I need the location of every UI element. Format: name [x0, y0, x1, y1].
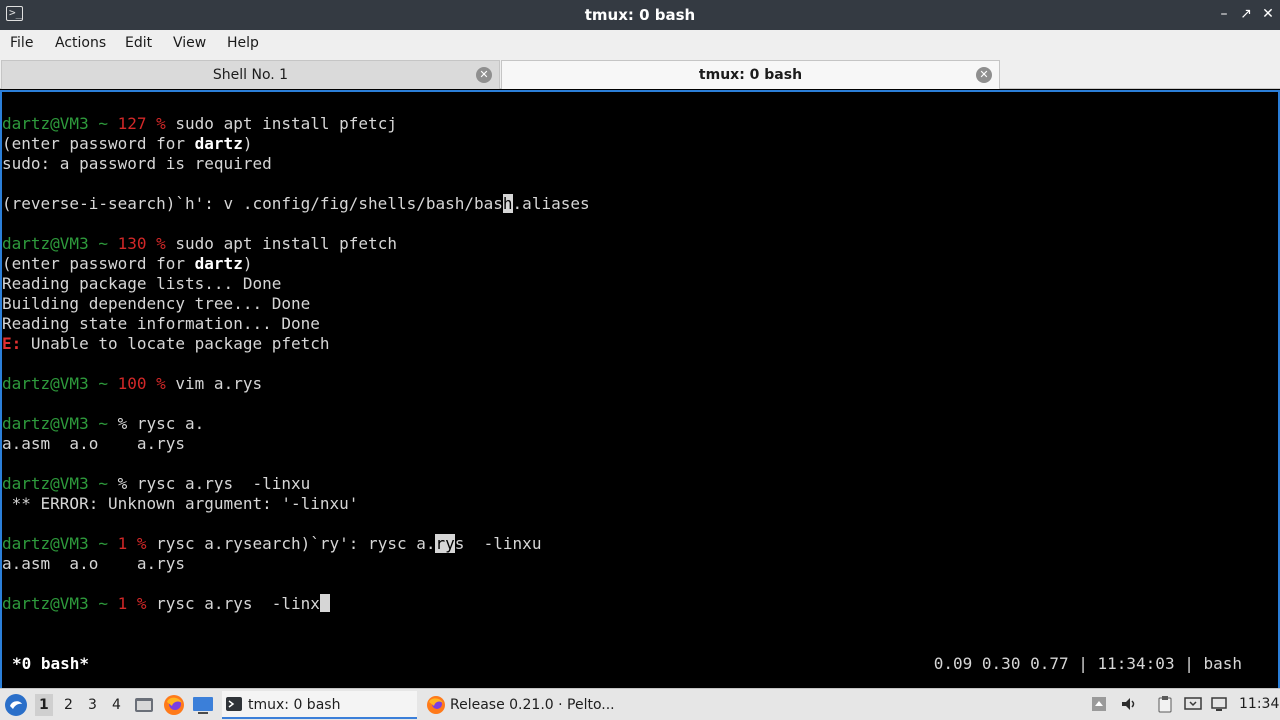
close-tab-icon[interactable]: ✕ [976, 67, 992, 83]
clipboard-icon[interactable] [1156, 695, 1174, 713]
menu-actions[interactable]: Actions [55, 35, 106, 51]
terminal-icon [226, 697, 242, 711]
menu-file[interactable]: File [10, 35, 33, 51]
terminal-line: (enter password for dartz) [2, 254, 253, 273]
task-label: tmux: 0 bash [248, 697, 341, 713]
display-icon[interactable] [1184, 695, 1202, 713]
terminal-line: Building dependency tree... Done [2, 294, 311, 313]
menu-edit[interactable]: Edit [125, 35, 152, 51]
terminal-line: sudo: a password is required [2, 154, 272, 173]
network-icon[interactable] [1210, 695, 1228, 713]
workspace-2[interactable]: 2 [64, 697, 73, 713]
terminal-input-line[interactable]: dartz@VM3 ~ 1 % rysc a.rys -linx [2, 594, 330, 614]
workspace-1[interactable]: 1 [35, 694, 53, 716]
window-title: tmux: 0 bash [584, 6, 696, 24]
menu-view[interactable]: View [173, 35, 206, 51]
task-label: Release 0.21.0 · Pelto... [450, 697, 615, 713]
terminal-line: dartz@VM3 ~ 100 % vim a.rys [2, 374, 263, 393]
firefox-icon [427, 696, 445, 714]
menu-help[interactable]: Help [227, 35, 259, 51]
terminal-line: E: Unable to locate package pfetch [2, 334, 330, 353]
volume-icon[interactable] [1120, 695, 1138, 713]
terminal-line: Reading package lists... Done [2, 274, 282, 293]
text-cursor [319, 594, 330, 612]
minimize-button[interactable]: – [1216, 5, 1232, 23]
terminal-line: dartz@VM3 ~ 130 % sudo apt install pfetc… [2, 234, 397, 253]
desktop-icon[interactable] [192, 695, 214, 715]
workspace-3[interactable]: 3 [88, 697, 97, 713]
taskbar-clock[interactable]: 11:34 [1239, 696, 1279, 712]
terminal-line: dartz@VM3 ~ 127 % sudo apt install pfetc… [2, 114, 397, 133]
start-menu-icon[interactable] [4, 693, 28, 717]
taskbar: 1 2 3 4 tmux: 0 bash Release 0.21.0 · Pe… [0, 688, 1280, 720]
tmux-window-name: *0 bash* [12, 654, 90, 673]
terminal-line: a.asm a.o a.rys [2, 554, 186, 573]
terminal-line: a.asm a.o a.rys [2, 434, 186, 453]
terminal-line: (enter password for dartz) [2, 134, 253, 153]
tab-label: tmux: 0 bash [698, 67, 803, 83]
tab-shell-no-1[interactable]: Shell No. 1 ✕ [1, 60, 500, 89]
terminal-line: Reading state information... Done [2, 314, 320, 333]
tmux-status-right: 0.09 0.30 0.77 | 11:34:03 | bash [933, 654, 1242, 673]
terminal-line: dartz@VM3 ~ 1 % rysc a.rysearch)`ry': ry… [2, 534, 542, 553]
terminal-line: dartz@VM3 ~ % rysc a. [2, 414, 205, 433]
tab-tmux-bash[interactable]: tmux: 0 bash ✕ [501, 60, 1000, 89]
window-titlebar: >_ tmux: 0 bash – ↗ ✕ [0, 0, 1280, 30]
terminal-line: dartz@VM3 ~ % rysc a.rys -linxu [2, 474, 311, 493]
tab-bar: Shell No. 1 ✕ tmux: 0 bash ✕ [0, 58, 1280, 89]
terminal-line: (reverse-i-search)`h': v .config/fig/she… [2, 194, 590, 213]
notification-area-icon[interactable] [1090, 695, 1108, 713]
terminal-view[interactable]: dartz@VM3 ~ 127 % sudo apt install pfetc… [0, 90, 1280, 688]
firefox-icon[interactable] [163, 694, 185, 716]
close-button[interactable]: ✕ [1260, 5, 1276, 23]
task-tmux-bash[interactable]: tmux: 0 bash [222, 691, 417, 719]
task-firefox-release[interactable]: Release 0.21.0 · Pelto... [422, 691, 622, 719]
terminal-line: ** ERROR: Unknown argument: '-linxu' [2, 494, 359, 513]
maximize-button[interactable]: ↗ [1238, 5, 1254, 23]
file-manager-icon[interactable] [134, 695, 154, 715]
close-tab-icon[interactable]: ✕ [476, 67, 492, 83]
tab-label: Shell No. 1 [212, 67, 289, 83]
workspace-4[interactable]: 4 [112, 697, 121, 713]
menu-bar: File Actions Edit View Help [0, 30, 1280, 58]
